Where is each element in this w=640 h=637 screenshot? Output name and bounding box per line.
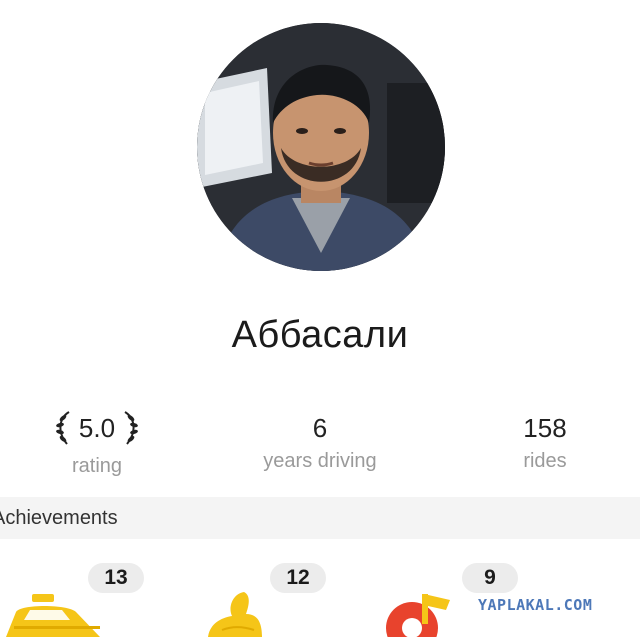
achievements-header: Achievements xyxy=(0,497,640,539)
stat-years-driving: 6 years driving xyxy=(220,408,420,473)
stat-rides: 158 rides xyxy=(445,408,640,473)
achievement-count-thumbs: 12 xyxy=(270,563,326,593)
taxi-car-icon[interactable] xyxy=(0,592,110,637)
achievement-count-music: 9 xyxy=(462,563,518,593)
watermark: YAPLAKAL.COM xyxy=(478,596,593,614)
stat-rating: 5.0 rating xyxy=(0,408,197,478)
years-label: years driving xyxy=(263,450,377,472)
rating-label: rating xyxy=(71,455,123,477)
achievement-count-taxi: 13 xyxy=(88,563,144,593)
thumbs-up-icon[interactable] xyxy=(198,590,268,637)
years-value: 6 xyxy=(312,413,328,443)
rides-label: rides xyxy=(523,450,567,472)
rating-value: 5.0 xyxy=(78,413,116,443)
rides-value: 158 xyxy=(523,413,567,443)
driver-avatar xyxy=(197,23,445,271)
music-note-icon[interactable] xyxy=(380,592,455,637)
achievements-title: Achievements xyxy=(0,507,118,529)
driver-name: Аббасали xyxy=(231,314,409,356)
laurel-left-icon xyxy=(56,411,70,445)
laurel-right-icon xyxy=(124,411,138,445)
